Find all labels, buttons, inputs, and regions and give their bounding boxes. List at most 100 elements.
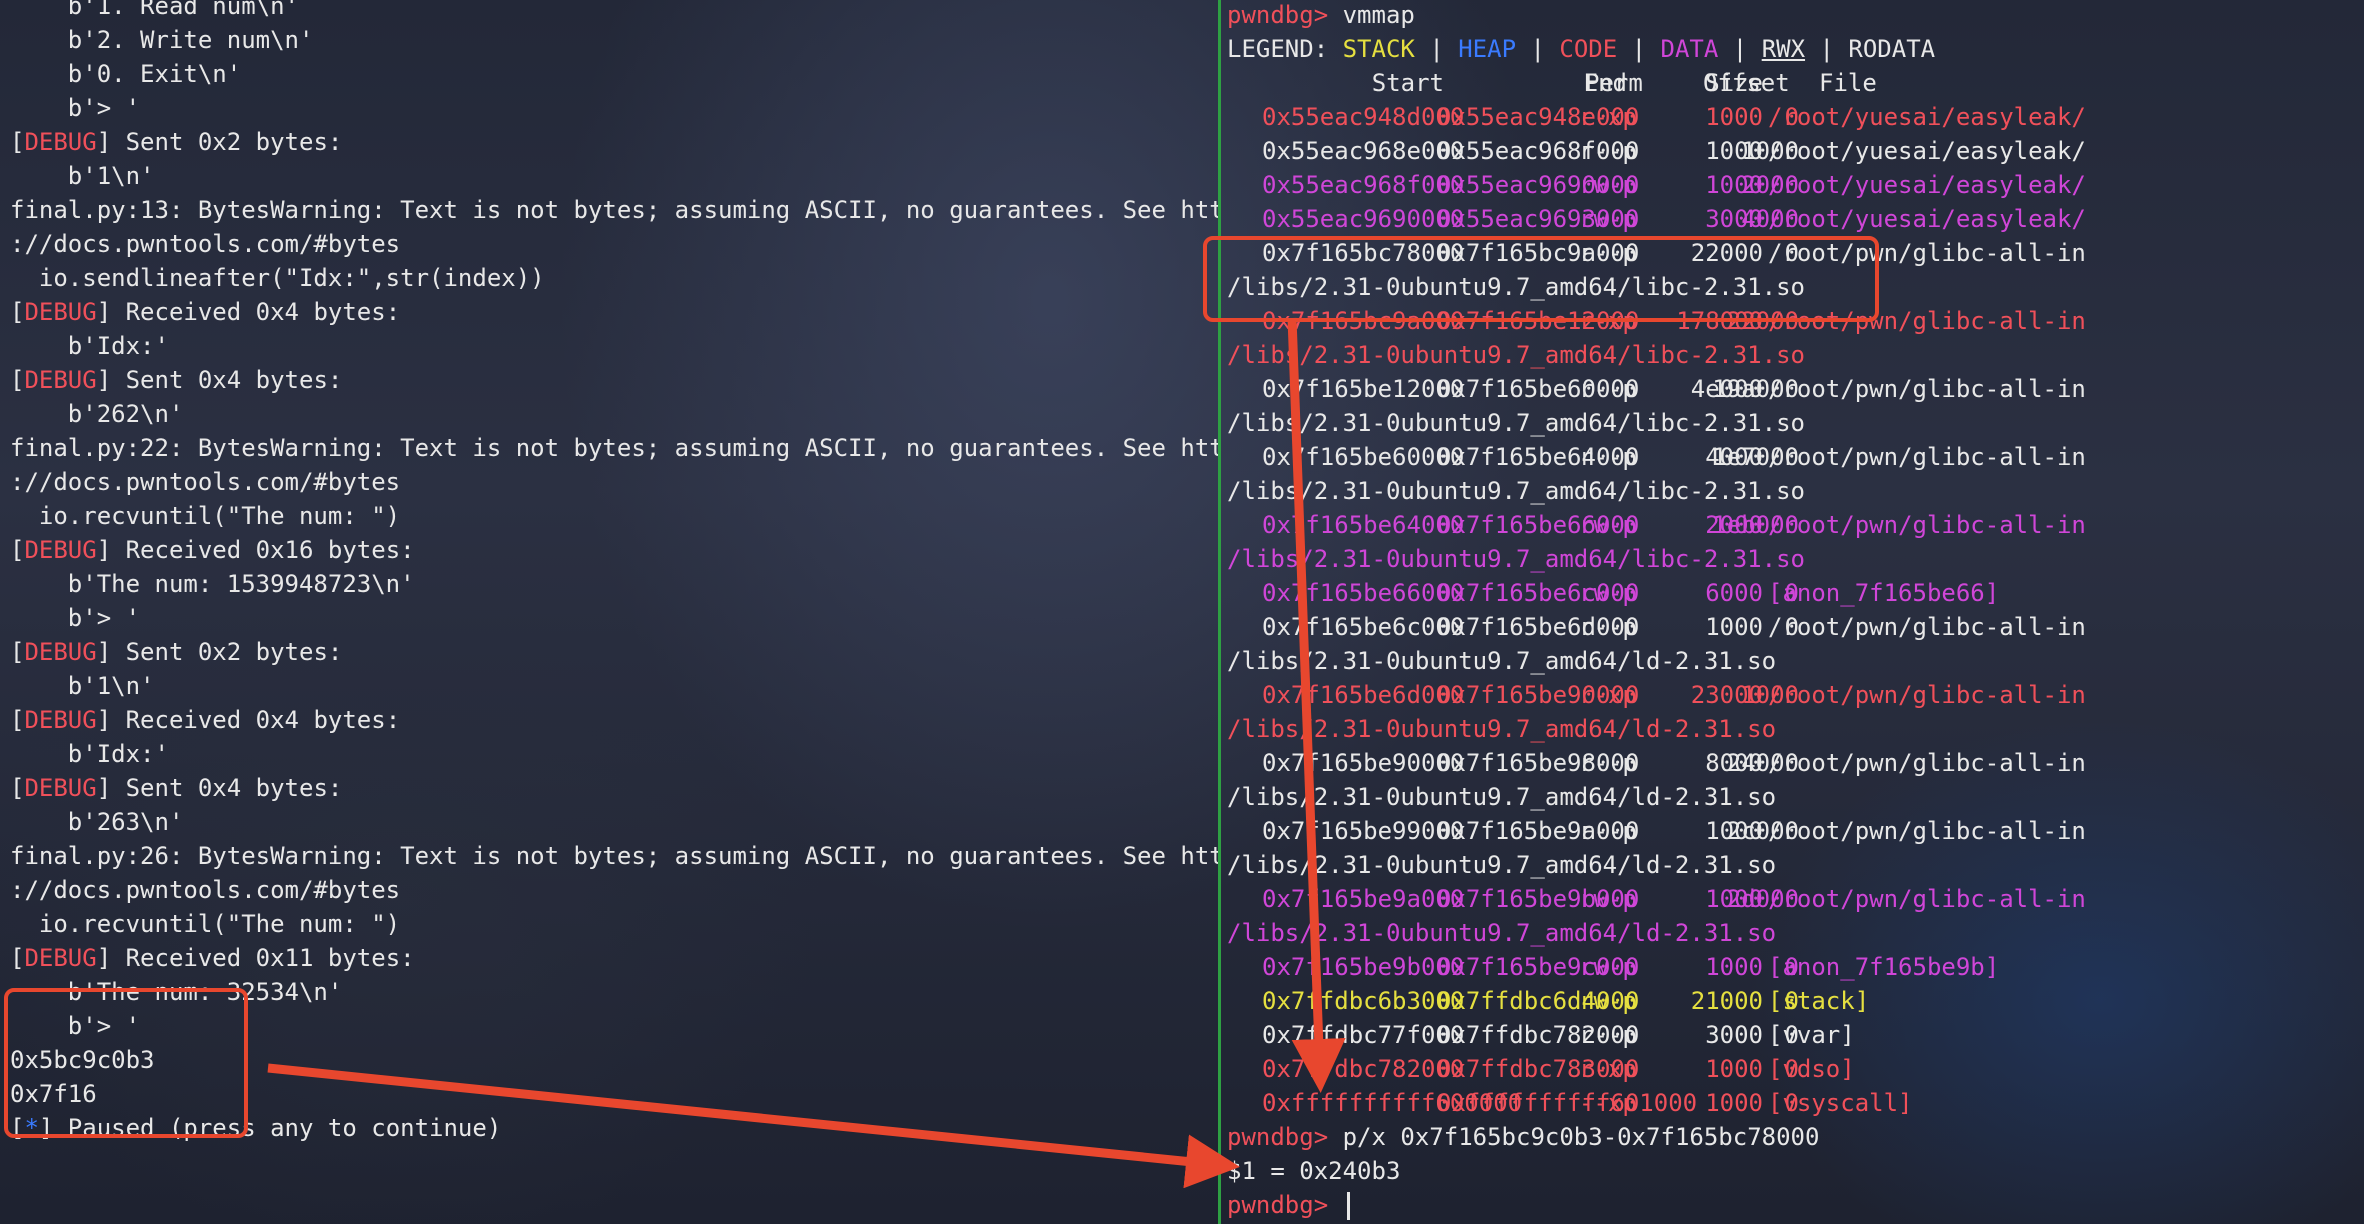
line-text: b'263\n' xyxy=(10,808,184,836)
vmmap-row[interactable]: 0x7f165be12000 0x7f165be60000 r--p 4e000 19a… xyxy=(1227,372,2364,406)
pwndbg-prompt: pwndbg> xyxy=(1227,1,1329,29)
row-file: /root/yuesai/easyleak/ xyxy=(1768,171,2086,199)
terminal-line: final.py:13: BytesWarning: Text is not b… xyxy=(10,193,1218,227)
row-file: /root/pwn/glibc-all-in xyxy=(1768,375,2086,403)
vmmap-row[interactable]: 0x7f165be6d000 0x7f165be90000 r-xp 23000 100… xyxy=(1227,678,2364,712)
line-text: ] Sent 0x4 bytes: xyxy=(96,774,343,802)
line-text: ://docs.pwntools.com/#bytes xyxy=(10,876,401,904)
row-start-address: 0x55eac968e000 xyxy=(1262,137,1465,165)
row-file: [vsyscall] xyxy=(1768,1089,1913,1117)
row-file: /root/pwn/glibc-all-in xyxy=(1768,885,2086,913)
row-start-address: 0x7f165be66000 xyxy=(1262,579,1465,607)
vmmap-row[interactable]: 0x7f165be66000 0x7f165be6c000 rw-p 6000 0 [an… xyxy=(1227,576,2364,610)
line-text: final.py:26: BytesWarning: Text is not b… xyxy=(10,842,1218,870)
vmmap-row-continuation: /libs/2.31-0ubuntu9.7_amd64/libc-2.31.so xyxy=(1227,545,1805,573)
row-start-address: 0x7f165be9a000 xyxy=(1262,885,1465,913)
vmmap-row[interactable]: 0x55eac9690000 0x55eac9693000 rw-p 3000 4000… xyxy=(1227,202,2364,236)
legend-item-heap: HEAP xyxy=(1458,35,1517,63)
row-perm: r--p xyxy=(1579,613,1637,641)
row-file: /root/yuesai/easyleak/ xyxy=(1768,205,2086,233)
vmmap-row[interactable]: 0x7f165be9a000 0x7f165be9b000 rw-p 1000 2d00… xyxy=(1227,882,2364,916)
terminal-line: b'1. Read num\n' xyxy=(10,0,299,23)
vmmap-row-continuation: /libs/2.31-0ubuntu9.7_amd64/ld-2.31.so xyxy=(1227,715,1777,743)
line-text: b'262\n' xyxy=(10,400,184,428)
terminal-line: b'> ' xyxy=(10,91,140,125)
row-start-address: 0x7ffdbc77f000 xyxy=(1262,1021,1465,1049)
debug-tag: DEBUG xyxy=(24,774,97,802)
debug-tag: DEBUG xyxy=(24,706,97,734)
legend-item-rodata: RODATA xyxy=(1848,35,1936,63)
vmmap-row[interactable]: 0x55eac968f000 0x55eac9690000 rw-p 1000 2000… xyxy=(1227,168,2364,202)
header-start: Start xyxy=(1371,69,1444,97)
vmmap-row-continuation: /libs/2.31-0ubuntu9.7_amd64/ld-2.31.so xyxy=(1227,647,1777,675)
line-text: b'1\n' xyxy=(10,672,155,700)
line-text: ] Sent 0x2 bytes: xyxy=(96,638,343,666)
command-line-print: pwndbg> p/x 0x7f165bc9c0b3-0x7f165bc7800… xyxy=(1227,1120,1819,1154)
terminal-line: [DEBUG] Sent 0x2 bytes: xyxy=(10,635,342,669)
row-file: [anon_7f165be66] xyxy=(1768,579,2000,607)
line-text: ] Received 0x4 bytes: xyxy=(96,706,401,734)
terminal-line: [DEBUG] Received 0x4 bytes: xyxy=(10,703,400,737)
line-text: b'The num: 1539948723\n' xyxy=(10,570,415,598)
row-file: /root/pwn/glibc-all-in xyxy=(1768,613,2086,641)
terminal-line: b'1\n' xyxy=(10,159,155,193)
row-perm: r-xp xyxy=(1579,103,1637,131)
vmmap-row[interactable]: 0x55eac968e000 0x55eac968f000 r--p 1000 1000… xyxy=(1227,134,2364,168)
debug-tag: DEBUG xyxy=(24,944,97,972)
terminal-line: ://docs.pwntools.com/#bytes xyxy=(10,873,400,907)
vmmap-row-continuation: /libs/2.31-0ubuntu9.7_amd64/libc-2.31.so xyxy=(1227,477,1805,505)
row-perm: r-xp xyxy=(1579,1055,1637,1083)
row-perm: r-xp xyxy=(1579,681,1637,709)
vmmap-row[interactable]: 0x7f165be90000 0x7f165be98000 r--p 8000 2400… xyxy=(1227,746,2364,780)
row-file: /root/yuesai/easyleak/ xyxy=(1768,137,2086,165)
row-perm: rw-p xyxy=(1579,885,1637,913)
line-text: b'> ' xyxy=(10,604,141,632)
terminal-line: b'2. Write num\n' xyxy=(10,23,314,57)
header-file: File xyxy=(1819,69,1877,97)
line-text: final.py:22: BytesWarning: Text is not b… xyxy=(10,434,1218,462)
legend-item-stack: STACK xyxy=(1342,35,1415,63)
line-text: b'1. Read num\n' xyxy=(10,0,299,20)
line-text: ] Received 0x16 bytes: xyxy=(96,536,415,564)
line-text: io.recvuntil("The num: ") xyxy=(10,910,401,938)
row-perm: r--p xyxy=(1579,443,1637,471)
row-perm: r--p xyxy=(1579,375,1637,403)
vmmap-row[interactable]: 0x7ffdbc77f000 0x7ffdbc782000 r--p 3000 0 [vv… xyxy=(1227,1018,2364,1052)
annotation-box-leaked-address xyxy=(4,988,248,1138)
line-text: b'0. Exit\n' xyxy=(10,60,242,88)
command-line-vmmap: pwndbg> vmmap xyxy=(1227,0,1415,32)
row-start-address: 0x7f165be12000 xyxy=(1262,375,1465,403)
bracket-open: [ xyxy=(10,128,25,156)
terminal-line: b'Idx:' xyxy=(10,737,169,771)
row-file: [stack] xyxy=(1768,987,1870,1015)
line-text: final.py:13: BytesWarning: Text is not b… xyxy=(10,196,1218,224)
row-start-address: 0x55eac948d000 xyxy=(1262,103,1465,131)
vmmap-row[interactable]: 0x55eac948d000 0x55eac948e000 r-xp 1000 0/ro… xyxy=(1227,100,2364,134)
row-file: [anon_7f165be9b] xyxy=(1768,953,2000,981)
vmmap-row[interactable]: 0x7f165be99000 0x7f165be9a000 r--p 1000 2c00… xyxy=(1227,814,2364,848)
vmmap-row-continuation: /libs/2.31-0ubuntu9.7_amd64/ld-2.31.so xyxy=(1227,783,1777,811)
terminal-line: ://docs.pwntools.com/#bytes xyxy=(10,227,400,261)
terminal-line: ://docs.pwntools.com/#bytes xyxy=(10,465,400,499)
vmmap-row[interactable]: 0x7f165be60000 0x7f165be64000 r--p 4000 1e70… xyxy=(1227,440,2364,474)
vmmap-row[interactable]: 0x7f165be6c000 0x7f165be6d000 r--p 1000 0/ro… xyxy=(1227,610,2364,644)
terminal-line: b'> ' xyxy=(10,601,140,635)
vmmap-row[interactable]: 0x7ffdbc6b3000 0x7ffdbc6d4000 rw-p 21000 0 [s… xyxy=(1227,984,2364,1018)
legend-item-code: CODE xyxy=(1559,35,1618,63)
vmmap-row-continuation: /libs/2.31-0ubuntu9.7_amd64/ld-2.31.so xyxy=(1227,919,1777,947)
vmmap-row[interactable]: 0x7f165be9b000 0x7f165be9c000 rw-p 1000 0 [an… xyxy=(1227,950,2364,984)
vmmap-row[interactable]: 0xffffffffff600000 0xffffffffff601000 --xp… xyxy=(1227,1086,2364,1120)
vmmap-row[interactable]: 0x7f165be64000 0x7f165be66000 rw-p 2000 1eb0… xyxy=(1227,508,2364,542)
row-perm: rw-p xyxy=(1579,987,1637,1015)
bracket-open: [ xyxy=(10,536,25,564)
command-text: vmmap xyxy=(1342,1,1415,29)
row-start-address: 0x7f165be90000 xyxy=(1262,749,1465,777)
vmmap-row[interactable]: 0x7ffdbc782000 0x7ffdbc783000 r-xp 1000 0 [vd… xyxy=(1227,1052,2364,1086)
right-terminal-pane[interactable]: pwndbg> vmmap LEGEND: STACK | HEAP | CODE… xyxy=(1221,0,2364,1224)
line-text: ] Received 0x4 bytes: xyxy=(96,298,401,326)
row-start-address: 0x7f165be6c000 xyxy=(1262,613,1465,641)
debug-tag: DEBUG xyxy=(24,298,97,326)
terminal-line: final.py:26: BytesWarning: Text is not b… xyxy=(10,839,1218,873)
row-start-address: 0xffffffffff600000 xyxy=(1262,1089,1523,1117)
line-text: ://docs.pwntools.com/#bytes xyxy=(10,468,401,496)
